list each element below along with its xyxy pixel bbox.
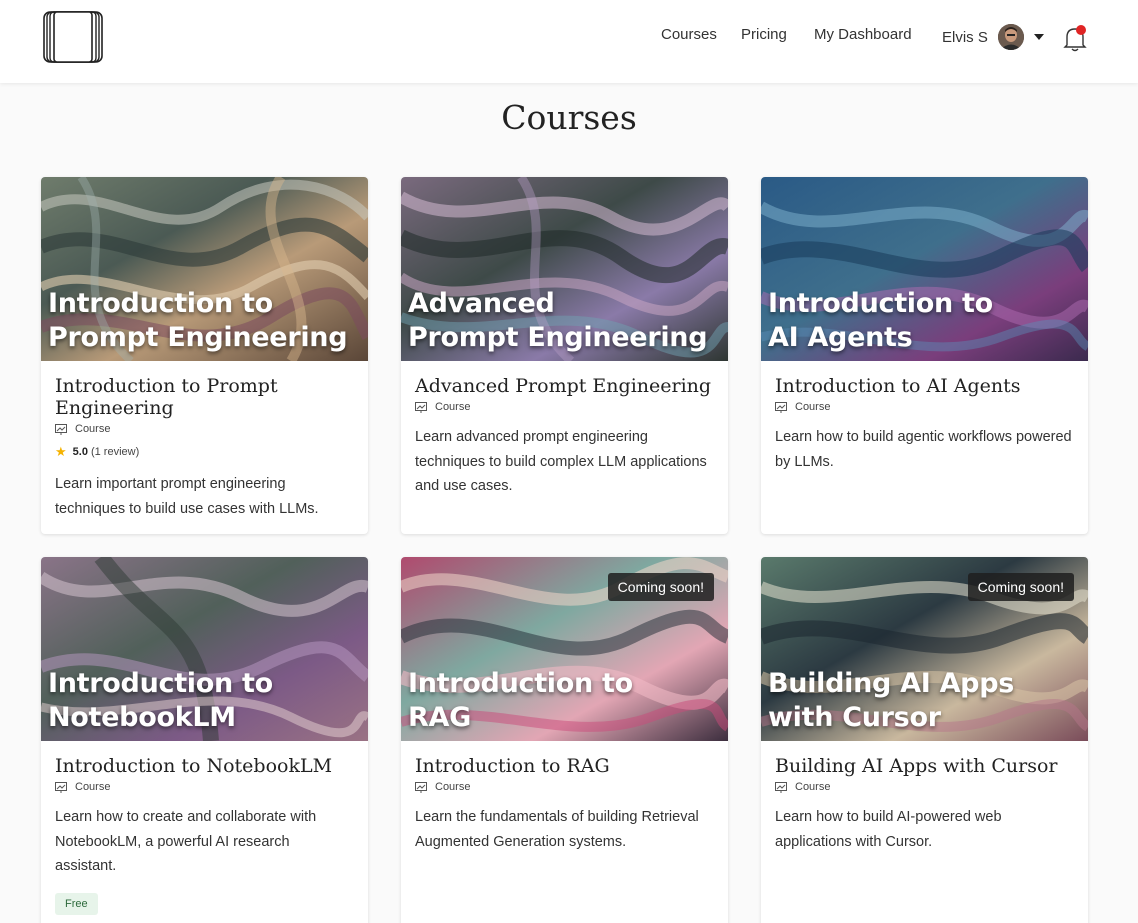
star-icon: ★: [55, 444, 67, 459]
course-type: Course: [775, 781, 1074, 793]
course-description: Learn how to create and collaborate with…: [55, 809, 317, 874]
course-type: Course: [55, 781, 354, 793]
course-card[interactable]: Coming soon! Building AI Apps with Cursor…: [761, 557, 1088, 923]
nav-courses-link[interactable]: Courses: [661, 26, 717, 43]
cover-title: Advanced Prompt Engineering: [408, 288, 708, 353]
course-icon: [415, 401, 427, 413]
course-type: Course: [775, 401, 1074, 413]
course-card[interactable]: Introduction to NotebookLM Introduction t…: [41, 557, 368, 923]
course-type: Course: [55, 423, 354, 435]
course-description: Learn how to build agentic workflows pow…: [775, 429, 1072, 470]
course-icon: [415, 781, 427, 793]
free-badge: Free: [55, 892, 98, 915]
course-icon: [55, 781, 67, 793]
course-cover-image: Advanced Prompt Engineering: [401, 177, 728, 361]
course-card[interactable]: Coming soon! Introduction to RAG Introduc…: [401, 557, 728, 923]
course-card[interactable]: Introduction to Prompt Engineering Introd…: [41, 177, 368, 534]
user-menu[interactable]: Elvis S: [942, 22, 1044, 52]
logo-icon[interactable]: [42, 10, 106, 64]
course-cover-image: Coming soon! Introduction to RAG: [401, 557, 728, 741]
course-description: Learn the fundamentals of building Retri…: [415, 809, 699, 850]
cover-title: Building AI Apps with Cursor: [768, 668, 1015, 733]
course-description: Learn advanced prompt engineering techni…: [415, 429, 707, 494]
course-title[interactable]: Building AI Apps with Cursor: [775, 755, 1074, 777]
top-navbar: Courses Pricing My Dashboard Elvis S: [0, 0, 1138, 83]
cover-title: Introduction to NotebookLM: [48, 668, 273, 733]
course-icon: [775, 401, 787, 413]
course-description: Learn how to build AI-powered web applic…: [775, 809, 1002, 850]
page-title: Courses: [501, 98, 637, 137]
nav-dashboard-link[interactable]: My Dashboard: [814, 26, 912, 43]
user-name: Elvis S: [942, 28, 988, 46]
course-cover-image: Introduction to Prompt Engineering: [41, 177, 368, 361]
cover-title: Introduction to Prompt Engineering: [48, 288, 348, 353]
course-title[interactable]: Introduction to NotebookLM: [55, 755, 354, 777]
course-icon: [55, 423, 67, 435]
course-card[interactable]: Advanced Prompt Engineering Advanced Prom…: [401, 177, 728, 534]
course-cover-image: Coming soon! Building AI Apps with Cursor: [761, 557, 1088, 741]
avatar: [997, 24, 1024, 50]
course-title[interactable]: Introduction to RAG: [415, 755, 714, 777]
course-type: Course: [415, 781, 714, 793]
cover-title: Introduction to RAG: [408, 668, 633, 733]
cover-title: Introduction to AI Agents: [768, 288, 993, 353]
course-title[interactable]: Introduction to AI Agents: [775, 375, 1074, 397]
nav-pricing-link[interactable]: Pricing: [741, 26, 787, 43]
chevron-down-icon[interactable]: [1033, 34, 1044, 40]
bell-icon[interactable]: [1062, 23, 1088, 53]
course-cover-image: Introduction to NotebookLM: [41, 557, 368, 741]
coming-soon-badge: Coming soon!: [607, 573, 714, 601]
course-card[interactable]: Introduction to AI Agents Introduction to…: [761, 177, 1088, 534]
course-title[interactable]: Advanced Prompt Engineering: [415, 375, 714, 397]
course-type: Course: [415, 401, 714, 413]
coming-soon-badge: Coming soon!: [967, 573, 1074, 601]
course-rating: ★ 5.0 (1 review): [55, 444, 140, 459]
course-cover-image: Introduction to AI Agents: [761, 177, 1088, 361]
course-icon: [775, 781, 787, 793]
course-description: Learn important prompt engineering techn…: [55, 476, 319, 517]
course-title[interactable]: Introduction to Prompt Engineering: [55, 375, 354, 419]
